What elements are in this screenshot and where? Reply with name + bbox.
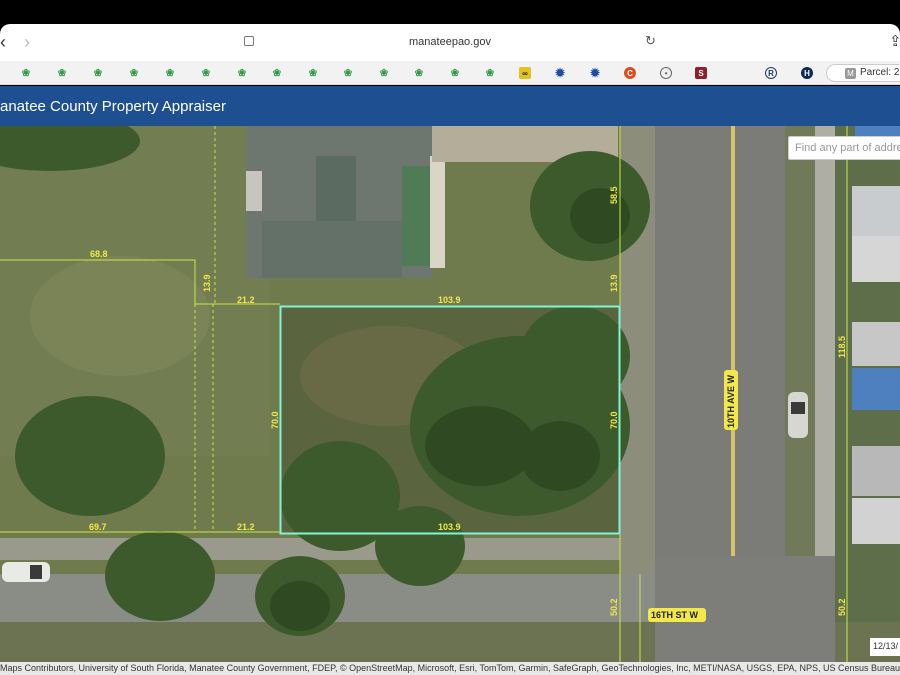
car	[788, 392, 808, 438]
leaf-icon[interactable]: ❀	[271, 67, 283, 79]
leaf-icon[interactable]: ❀	[449, 67, 461, 79]
glasses-icon[interactable]: ∞	[519, 67, 531, 79]
app-header: anatee County Property Appraiser	[0, 86, 900, 126]
aerial-map[interactable]: 68.8 13.9 21.2 103.9 13.9 58.5 70.0 70.0…	[0, 126, 900, 662]
leaf-icon[interactable]: ❀	[484, 67, 496, 79]
measure-label: 70.0	[609, 411, 619, 429]
r-circle-icon[interactable]: R	[765, 67, 777, 79]
leaf-icon[interactable]: ❀	[236, 67, 248, 79]
globe-icon[interactable]: •	[660, 67, 672, 79]
svg-text:16TH ST W: 16TH ST W	[651, 610, 699, 620]
url-text[interactable]: manateepao.gov	[0, 36, 900, 48]
reload-icon[interactable]: ↻	[645, 33, 656, 49]
measure-label: 68.8	[90, 249, 108, 259]
leaf-icon[interactable]: ❀	[413, 67, 425, 79]
measure-label: 118.5	[837, 336, 847, 358]
measure-label: 50.2	[837, 598, 847, 616]
measure-label: 13.9	[609, 274, 619, 292]
leaf-icon[interactable]: ❀	[92, 67, 104, 79]
leaf-icon[interactable]: ❀	[378, 67, 390, 79]
leaf-icon[interactable]: ❀	[128, 67, 140, 79]
bookmarks-bar: ❀ ❀ ❀ ❀ ❀ ❀ ❀ ❀ ❀ ❀ ❀ ❀ ❀ ❀ ∞ ✹ ✹ C • S …	[0, 61, 900, 85]
measure-label: 103.9	[438, 522, 461, 532]
measure-label: 13.9	[202, 274, 212, 292]
car	[2, 562, 50, 582]
measure-label: 69.7	[89, 522, 107, 532]
road-label-avenue: 10TH AVE W	[724, 370, 738, 430]
measure-label: 70.0	[270, 411, 280, 429]
road-label-street: 16TH ST W	[648, 608, 706, 622]
parcel-tab-label: Parcel: 26	[860, 67, 900, 78]
svg-text:10TH AVE W: 10TH AVE W	[726, 374, 736, 428]
map-attribution: Maps Contributors, University of South F…	[0, 662, 900, 675]
leaf-icon[interactable]: ❀	[342, 67, 354, 79]
parcel-tab-logo: M	[845, 68, 856, 79]
gear-icon[interactable]: ✹	[589, 66, 601, 80]
status-bar	[0, 0, 900, 24]
measure-label: 21.2	[237, 295, 255, 305]
share-icon[interactable]: ⇪	[889, 32, 900, 50]
measure-label: 103.9	[438, 295, 461, 305]
leaf-icon[interactable]: ❀	[20, 67, 32, 79]
leaf-icon[interactable]: ❀	[200, 67, 212, 79]
h-circle-icon[interactable]: H	[801, 67, 813, 79]
s-logo-icon[interactable]: S	[695, 67, 707, 79]
map-view[interactable]: 68.8 13.9 21.2 103.9 13.9 58.5 70.0 70.0…	[0, 126, 900, 662]
leaf-icon[interactable]: ❀	[56, 67, 68, 79]
c-logo-icon[interactable]: C	[624, 67, 636, 79]
measure-label: 50.2	[609, 598, 619, 616]
address-search-input[interactable]: Find any part of address	[788, 136, 900, 160]
measure-label: 58.5	[609, 186, 619, 204]
east-house	[852, 186, 900, 236]
screen: ‹ › manateepao.gov ↻ ⇪ ❀ ❀ ❀ ❀ ❀ ❀ ❀ ❀ ❀…	[0, 0, 900, 675]
browser-address-bar: ‹ › manateepao.gov ↻ ⇪	[0, 24, 900, 61]
gear-icon[interactable]: ✹	[554, 66, 566, 80]
imagery-date: 12/13/	[870, 638, 900, 656]
measure-label: 21.2	[237, 522, 255, 532]
leaf-icon[interactable]: ❀	[164, 67, 176, 79]
leaf-icon[interactable]: ❀	[307, 67, 319, 79]
page-title: anatee County Property Appraiser	[0, 98, 226, 115]
parcel-tab[interactable]: M Parcel: 26	[826, 64, 900, 82]
